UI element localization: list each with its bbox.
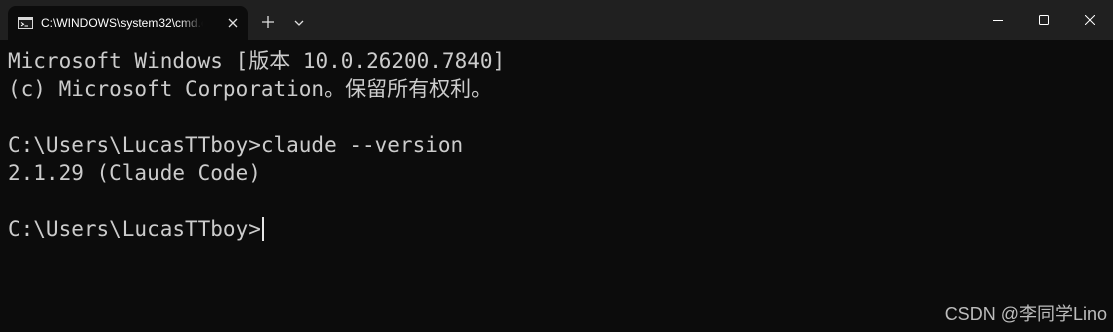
terminal-window: C:\WINDOWS\system32\cmd.exe Microsoft Wi… <box>0 0 1113 332</box>
minimize-icon <box>993 20 1003 21</box>
console-line: 2.1.29 (Claude Code) <box>8 161 261 185</box>
tab-cmd[interactable]: C:\WINDOWS\system32\cmd.exe <box>8 6 248 40</box>
maximize-button[interactable] <box>1021 0 1067 40</box>
chevron-down-icon[interactable] <box>289 13 309 33</box>
title-bar[interactable]: C:\WINDOWS\system32\cmd.exe <box>0 0 1113 40</box>
minimize-button[interactable] <box>975 0 1021 40</box>
tab-title: C:\WINDOWS\system32\cmd.exe <box>41 16 203 30</box>
cmd-icon <box>18 17 33 29</box>
prompt-line[interactable]: C:\Users\LucasTTboy> <box>8 215 1108 243</box>
text-cursor <box>261 217 264 241</box>
watermark: CSDN @李同学Lino <box>944 304 1107 324</box>
prompt-text: C:\Users\LucasTTboy> <box>8 217 261 241</box>
console-line: C:\Users\LucasTTboy>claude --version <box>8 133 464 157</box>
console-line: (c) Microsoft Corporation。保留所有权利。 <box>8 77 493 101</box>
close-window-button[interactable] <box>1067 0 1113 40</box>
close-tab-icon[interactable] <box>226 16 240 30</box>
console-line: Microsoft Windows [版本 10.0.26200.7840] <box>8 49 506 73</box>
maximize-icon <box>1039 15 1049 25</box>
console-output[interactable]: Microsoft Windows [版本 10.0.26200.7840] (… <box>8 47 1108 243</box>
new-tab-icon[interactable] <box>258 12 278 32</box>
close-icon <box>1085 15 1095 25</box>
